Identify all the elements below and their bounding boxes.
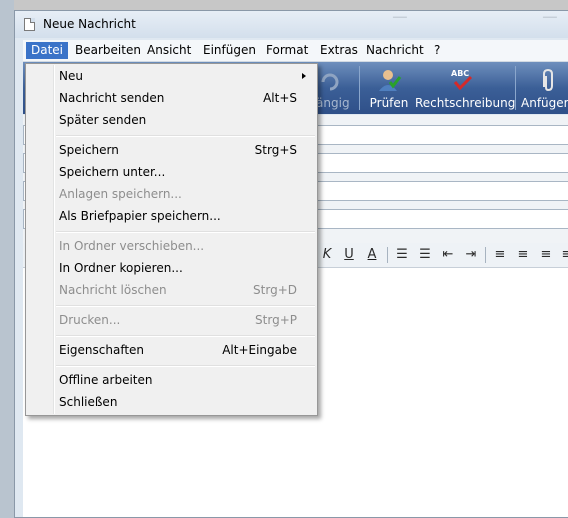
menu-item-close[interactable]: Schließen — [28, 391, 315, 413]
window-title: Neue Nachricht — [43, 17, 136, 31]
menu-item-print: Drucken... Strg+P — [28, 309, 315, 331]
menu-item-print-label: Drucken... — [59, 313, 121, 327]
menu-separator-2 — [56, 231, 315, 233]
italic-button[interactable]: K — [319, 246, 335, 264]
format-separator-2 — [485, 247, 486, 263]
align-left-icon[interactable]: ≡ — [491, 246, 509, 264]
menu-item-save-shortcut: Strg+S — [254, 143, 297, 157]
menu-item-save-stationery-label: Als Briefpapier speichern... — [59, 209, 221, 223]
menu-format[interactable]: Format — [261, 42, 313, 59]
menu-separator-3 — [56, 305, 315, 307]
format-separator — [387, 247, 388, 263]
menu-separator-5 — [56, 365, 315, 367]
menu-item-delete: Nachricht löschen Strg+D — [28, 279, 315, 301]
attach-button[interactable]: Anfüger — [521, 66, 568, 110]
menu-item-send-shortcut: Alt+S — [263, 91, 297, 105]
spelling-label: Rechtschreibung — [415, 96, 516, 110]
toolbar-separator-2 — [515, 66, 516, 110]
menu-separator-4 — [56, 335, 315, 337]
check-names-button[interactable]: Prüfen — [367, 66, 411, 110]
align-right-icon[interactable]: ≡ — [537, 246, 555, 264]
menu-item-save[interactable]: Speichern Strg+S — [28, 139, 315, 161]
bullet-list-icon[interactable]: ☰ — [416, 246, 434, 264]
underline-button[interactable]: U — [341, 246, 357, 264]
menu-item-print-shortcut: Strg+P — [255, 313, 297, 327]
menu-item-copy-label: In Ordner kopieren... — [59, 261, 183, 275]
menu-item-save-attachments: Anlagen speichern... — [28, 183, 315, 205]
faded-title-text-2: ▔▔ — [543, 18, 557, 28]
menu-item-save-attachments-label: Anlagen speichern... — [59, 187, 182, 201]
menu-item-delete-label: Nachricht löschen — [59, 283, 167, 297]
undo-icon — [321, 73, 339, 91]
check-names-icon — [379, 70, 402, 91]
title-bar[interactable]: Neue Nachricht ▔▔ ▔▔ — [15, 11, 568, 38]
spelling-button[interactable]: ABC Rechtschreibung — [415, 66, 516, 110]
justify-icon[interactable]: ≡ — [560, 246, 568, 264]
menu-extras[interactable]: Extras — [315, 42, 363, 59]
decrease-indent-icon[interactable]: ⇤ — [439, 246, 457, 264]
menu-item-save-label: Speichern — [59, 143, 119, 157]
menu-datei[interactable]: Datei — [26, 42, 69, 59]
menu-item-save-as[interactable]: Speichern unter... — [28, 161, 315, 183]
menu-item-delete-shortcut: Strg+D — [253, 283, 297, 297]
menu-item-send-later[interactable]: Später senden — [28, 109, 315, 131]
menu-item-new-label: Neu — [59, 69, 83, 83]
attach-label: Anfüger — [521, 96, 568, 110]
font-color-button[interactable]: A — [362, 246, 382, 264]
menu-item-send-label: Nachricht senden — [59, 91, 165, 105]
menu-item-copy-to-folder[interactable]: In Ordner kopieren... — [28, 257, 315, 279]
menu-ansicht[interactable]: Ansicht — [142, 42, 196, 59]
menu-item-send-later-label: Später senden — [59, 113, 147, 127]
menu-item-work-offline[interactable]: Offline arbeiten — [28, 369, 315, 391]
menu-item-properties-label: Eigenschaften — [59, 343, 145, 357]
file-menu-dropdown: Neu Nachricht senden Alt+S Später senden… — [25, 63, 318, 416]
spelling-icon: ABC — [451, 69, 473, 91]
menu-einfuegen[interactable]: Einfügen — [198, 42, 261, 59]
menu-help[interactable]: ? — [429, 42, 445, 59]
menu-item-properties[interactable]: Eigenschaften Alt+Eingabe — [28, 339, 315, 361]
submenu-arrow-icon — [302, 73, 306, 79]
faded-title-text: ▔▔ — [393, 18, 407, 28]
align-center-icon[interactable]: ≡ — [514, 246, 532, 264]
menu-item-work-offline-label: Offline arbeiten — [59, 373, 153, 387]
desktop-background-left — [0, 0, 14, 518]
menu-separator — [56, 135, 315, 137]
menu-item-close-label: Schließen — [59, 395, 118, 409]
menu-item-new[interactable]: Neu — [28, 65, 315, 87]
menu-item-move-to-folder: In Ordner verschieben... — [28, 235, 315, 257]
document-icon — [24, 18, 35, 31]
svg-text:ABC: ABC — [451, 69, 469, 78]
menu-bar: Datei Bearbeiten Ansicht Einfügen Format… — [23, 40, 568, 62]
menu-item-send[interactable]: Nachricht senden Alt+S — [28, 87, 315, 109]
menu-item-save-as-label: Speichern unter... — [59, 165, 166, 179]
menu-item-move-label: In Ordner verschieben... — [59, 239, 205, 253]
menu-nachricht[interactable]: Nachricht — [361, 42, 429, 59]
increase-indent-icon[interactable]: ⇥ — [462, 246, 480, 264]
menu-item-properties-shortcut: Alt+Eingabe — [222, 343, 297, 357]
paperclip-icon — [543, 68, 553, 92]
check-names-label: Prüfen — [369, 96, 409, 110]
numbered-list-icon[interactable]: ☰ — [393, 246, 411, 264]
desktop-background — [0, 0, 568, 10]
toolbar-separator — [359, 66, 360, 110]
menu-bearbeiten[interactable]: Bearbeiten — [70, 42, 146, 59]
menu-item-save-stationery[interactable]: Als Briefpapier speichern... — [28, 205, 315, 227]
